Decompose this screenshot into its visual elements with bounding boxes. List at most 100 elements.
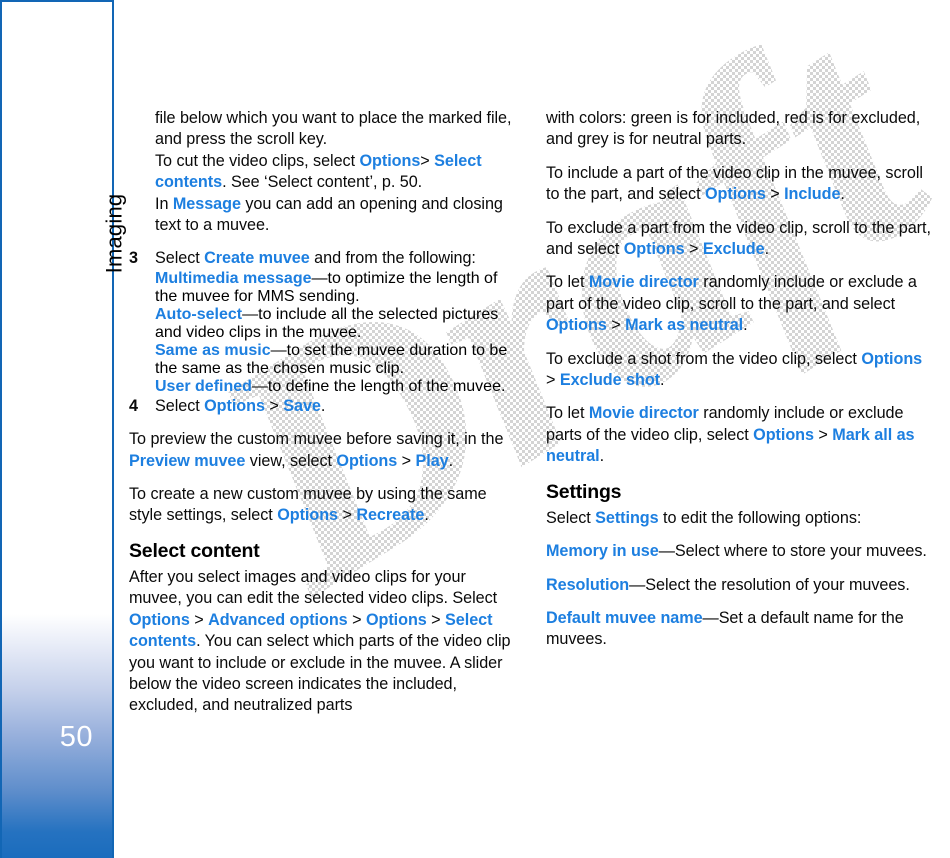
page-content: file below which you want to place the m… <box>129 108 949 748</box>
link-options-sc1[interactable]: Options <box>129 611 190 629</box>
cut-video-clips-paragraph: To cut the video clips, select Options> … <box>129 151 518 194</box>
step-4-number: 4 <box>129 396 138 415</box>
link-options-exclude[interactable]: Options <box>624 240 685 258</box>
es-mid: > <box>546 371 560 390</box>
heading-select-content: Select content <box>129 539 260 562</box>
step-continuation-paragraph: file below which you want to place the m… <box>129 108 518 151</box>
gt-separator: > <box>420 151 435 170</box>
step-3: 3 Select Create muvee and from the follo… <box>129 248 518 269</box>
link-auto-select[interactable]: Auto-select <box>155 306 242 323</box>
preview-muvee-paragraph: To preview the custom muvee before savin… <box>129 429 518 472</box>
colors-paragraph: with colors: green is for included, red … <box>546 109 921 149</box>
step-3-lead-post: and from the following: <box>309 249 476 268</box>
link-exclude-shot[interactable]: Exclude shot <box>560 371 660 389</box>
step-3-option-3: User defined—to define the length of the… <box>129 378 518 396</box>
cut-clips-text: To cut the video clips, select <box>155 151 360 170</box>
link-multimedia-message[interactable]: Multimedia message <box>155 270 312 287</box>
link-mark-as-neutral[interactable]: Mark as neutral <box>625 316 743 334</box>
link-options[interactable]: Options <box>360 152 421 170</box>
si-post: to edit the following options: <box>658 508 862 527</box>
link-memory-in-use[interactable]: Memory in use <box>546 542 659 560</box>
in-text: In <box>155 194 173 213</box>
link-options-save[interactable]: Options <box>204 397 265 415</box>
so-desc-0: Select where to store your muvees. <box>674 542 927 561</box>
exclude-shot-paragraph: To exclude a shot from the video clip, s… <box>546 349 935 392</box>
mn-mid-2: > <box>606 316 626 335</box>
preview-post: . <box>448 451 454 470</box>
es-post: . <box>660 371 665 390</box>
right-text-column: with colors: green is for included, red … <box>546 108 935 663</box>
option-3-desc: to define the length of the muvee. <box>267 377 506 395</box>
mark-all-neutral-paragraph: To let Movie director randomly include o… <box>546 403 935 467</box>
link-include[interactable]: Include <box>784 185 840 203</box>
link-same-as-music[interactable]: Same as music <box>155 342 271 359</box>
mark-neutral-paragraph: To let Movie director randomly include o… <box>546 272 935 336</box>
link-options-exclude-shot[interactable]: Options <box>861 350 922 368</box>
select-content-paragraph: After you select images and video clips … <box>129 567 518 717</box>
step-3-option-0: Multimedia message—to optimize the lengt… <box>129 270 518 306</box>
page-number: 50 <box>59 721 93 753</box>
link-user-defined[interactable]: User defined <box>155 378 252 395</box>
step-3-option-2: Same as music—to set the muvee duration … <box>129 342 518 378</box>
link-options-recreate[interactable]: Options <box>277 506 338 524</box>
step-4-mid: > <box>264 396 284 415</box>
preview-mid-2: > <box>397 451 416 470</box>
link-play[interactable]: Play <box>416 452 449 470</box>
so-dash-1: — <box>629 575 646 594</box>
dash-0: — <box>311 269 328 287</box>
setting-default-muvee-name: Default muvee name—Set a default name fo… <box>546 608 935 651</box>
link-recreate[interactable]: Recreate <box>356 506 424 524</box>
step-3-lead-pre: Select <box>155 249 205 268</box>
recreate-paragraph: To create a new custom muvee by using th… <box>129 484 518 527</box>
sc-mid-2: > <box>347 610 366 629</box>
preview-mid-1: view, select <box>245 451 337 470</box>
mn-pre: To let <box>546 273 589 292</box>
es-pre: To exclude a shot from the video clip, s… <box>546 349 862 368</box>
inc-post: . <box>840 185 845 204</box>
settings-intro-paragraph: Select Settings to edit the following op… <box>546 508 935 529</box>
chapter-title: Imaging <box>102 193 127 274</box>
step-3-number: 3 <box>129 249 138 268</box>
link-options-mark-neutral[interactable]: Options <box>546 316 607 334</box>
man-post: . <box>599 447 605 466</box>
link-options-include[interactable]: Options <box>705 185 766 203</box>
link-save[interactable]: Save <box>283 397 321 415</box>
link-options-mark-all[interactable]: Options <box>753 426 814 444</box>
link-options-sc2[interactable]: Options <box>366 611 427 629</box>
setting-resolution: Resolution—Select the resolution of your… <box>546 575 935 596</box>
link-default-muvee-name[interactable]: Default muvee name <box>546 609 703 627</box>
dash-1: — <box>242 305 259 323</box>
link-options-play[interactable]: Options <box>336 452 397 470</box>
see-reference-text: . See ‘Select content’, p. 50. <box>222 173 423 192</box>
dash-3: — <box>251 377 268 395</box>
preview-pre: To preview the custom muvee before savin… <box>129 430 504 449</box>
link-movie-director-2[interactable]: Movie director <box>589 404 699 422</box>
step-4-post: . <box>320 396 326 415</box>
link-movie-director-1[interactable]: Movie director <box>589 273 699 291</box>
link-create-muvee[interactable]: Create muvee <box>204 249 310 267</box>
step-4: 4 Select Options > Save. <box>129 396 518 417</box>
man-pre: To let <box>546 404 589 423</box>
so-dash-2: — <box>702 608 719 627</box>
text-line-1: file below which you want to place the m… <box>155 109 512 127</box>
link-exclude[interactable]: Exclude <box>703 240 765 258</box>
so-desc-1: Select the resolution of your muvees. <box>645 575 910 594</box>
dash-2: — <box>270 341 287 359</box>
chapter-sidebar: Imaging 50 <box>0 0 127 858</box>
link-resolution[interactable]: Resolution <box>546 576 629 594</box>
mn-post: . <box>743 316 748 335</box>
step-4-pre: Select <box>155 396 205 415</box>
setting-memory-in-use: Memory in use—Select where to store your… <box>546 541 935 562</box>
link-advanced-options[interactable]: Advanced options <box>208 611 348 629</box>
man-mid-2: > <box>813 425 833 444</box>
link-preview-muvee[interactable]: Preview muvee <box>129 452 245 470</box>
link-message[interactable]: Message <box>173 195 241 213</box>
sc-mid-3: > <box>426 610 446 629</box>
step-3-option-1: Auto-select—to include all the selected … <box>129 306 518 342</box>
heading-settings: Settings <box>546 480 622 503</box>
link-settings[interactable]: Settings <box>595 509 659 527</box>
sc-mid-1: > <box>189 610 209 629</box>
include-paragraph: To include a part of the video clip in t… <box>546 163 935 206</box>
exc-mid: > <box>684 240 703 259</box>
text-line-2: and press the scroll key. <box>155 130 328 149</box>
